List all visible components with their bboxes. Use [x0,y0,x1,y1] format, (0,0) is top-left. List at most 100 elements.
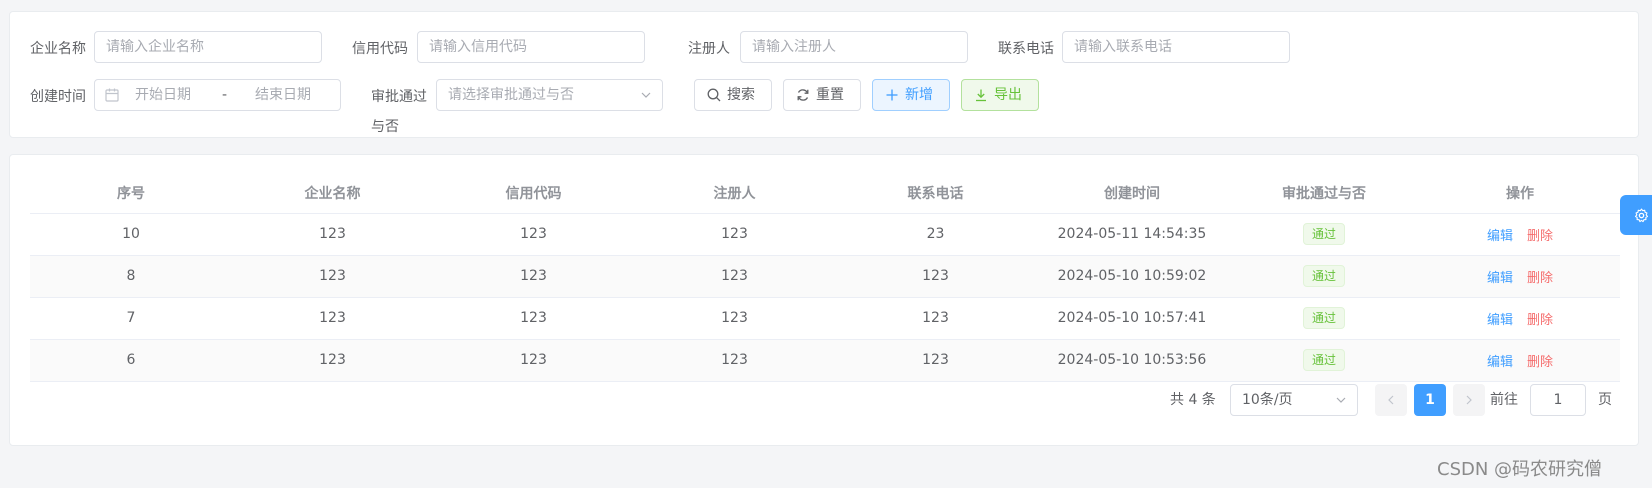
created-time-label: 创建时间 [30,89,86,105]
approval-select[interactable]: 请选择审批通过与否 [436,79,663,111]
header-actions: 操作 [1420,173,1620,214]
credit-code-input[interactable] [429,39,644,55]
plus-icon [886,89,898,101]
status-badge: 通过 [1302,265,1345,287]
add-button[interactable]: 新增 [872,79,950,111]
page-jump-input-wrapper[interactable] [1530,384,1586,416]
header-phone[interactable]: 联系电话 [835,173,1036,214]
table-header-row: 序号 企业名称 信用代码 注册人 联系电话 创建时间 审批通过与否 操作 [30,173,1620,214]
header-credit-code[interactable]: 信用代码 [433,173,634,214]
cell-phone: 23 [835,213,1036,256]
phone-label: 联系电话 [998,41,1054,57]
cell-credit-code: 123 [433,213,634,256]
company-name-input-wrapper[interactable] [94,31,322,63]
registrant-input-wrapper[interactable] [740,31,968,63]
cell-company-name: 123 [232,255,433,298]
cell-created-time: 2024-05-10 10:57:41 [1036,297,1228,340]
reset-button-label: 重置 [816,87,844,103]
cell-approval: 通过 [1228,213,1420,256]
cell-company-name: 123 [232,339,433,382]
registrant-label: 注册人 [688,41,730,57]
goto-label: 前往 [1490,392,1518,408]
date-range-picker[interactable]: 开始日期 - 结束日期 [94,79,341,111]
cell-phone: 123 [835,255,1036,298]
edit-button[interactable]: 编辑 [1487,229,1513,244]
credit-code-label: 信用代码 [352,41,408,57]
range-separator: - [222,87,228,103]
refresh-icon [797,89,809,101]
table-row[interactable]: 8 123 123 123 123 2024-05-10 10:59:02 通过… [30,255,1620,298]
add-button-label: 新增 [905,87,933,103]
header-approval[interactable]: 审批通过与否 [1228,173,1420,214]
page-number-current[interactable]: 1 [1414,384,1446,416]
reset-button[interactable]: 重置 [783,79,861,111]
delete-button[interactable]: 删除 [1527,355,1553,370]
page-suffix: 页 [1598,392,1612,408]
cell-phone: 123 [835,339,1036,382]
cell-index: 8 [30,255,232,298]
approval-label-line1: 审批通过 [371,89,427,105]
cell-registrant: 123 [634,297,835,340]
page-jump-input[interactable] [1531,391,1585,409]
header-created-time[interactable]: 创建时间 [1036,173,1228,214]
export-button[interactable]: 导出 [961,79,1039,111]
header-index[interactable]: 序号 [30,173,232,214]
edit-button[interactable]: 编辑 [1487,271,1513,286]
cell-company-name: 123 [232,213,433,256]
cell-registrant: 123 [634,255,835,298]
approval-label-line2: 与否 [371,119,399,135]
export-button-label: 导出 [994,87,1022,103]
edit-button[interactable]: 编辑 [1487,313,1513,328]
search-icon [707,88,721,102]
search-button-label: 搜索 [727,87,755,103]
cell-credit-code: 123 [433,255,634,298]
chevron-right-icon [1466,395,1472,405]
prev-page-button[interactable] [1375,384,1407,416]
table-row[interactable]: 10 123 123 123 23 2024-05-11 14:54:35 通过… [30,213,1620,256]
calendar-icon [105,88,119,102]
company-name-label: 企业名称 [30,41,86,57]
download-icon [976,89,986,102]
table-row[interactable]: 7 123 123 123 123 2024-05-10 10:57:41 通过… [30,297,1620,340]
header-company-name[interactable]: 企业名称 [232,173,433,214]
gear-icon [1634,208,1649,222]
end-date-placeholder[interactable]: 结束日期 [255,80,311,110]
table-row[interactable]: 6 123 123 123 123 2024-05-10 10:53:56 通过… [30,339,1620,382]
cell-credit-code: 123 [433,297,634,340]
phone-input-wrapper[interactable] [1062,31,1290,63]
cell-created-time: 2024-05-10 10:53:56 [1036,339,1228,382]
header-registrant[interactable]: 注册人 [634,173,835,214]
cell-approval: 通过 [1228,339,1420,382]
cell-created-time: 2024-05-11 14:54:35 [1036,213,1228,256]
cell-phone: 123 [835,297,1036,340]
cell-registrant: 123 [634,339,835,382]
pagination-total: 共 4 条 [1170,392,1216,408]
delete-button[interactable]: 删除 [1527,313,1553,328]
cell-registrant: 123 [634,213,835,256]
status-badge: 通过 [1302,223,1345,245]
approval-select-placeholder: 请选择审批通过与否 [448,87,574,103]
cell-actions: 编辑 删除 [1420,339,1620,382]
chevron-left-icon [1388,395,1394,405]
page-size-value: 10条/页 [1242,392,1293,408]
cell-index: 7 [30,297,232,340]
start-date-placeholder[interactable]: 开始日期 [135,80,191,110]
company-name-input[interactable] [106,39,321,55]
status-badge: 通过 [1302,307,1345,329]
edit-button[interactable]: 编辑 [1487,355,1513,370]
registrant-input[interactable] [752,39,967,55]
data-table: 序号 企业名称 信用代码 注册人 联系电话 创建时间 审批通过与否 操作 10 … [30,173,1620,382]
delete-button[interactable]: 删除 [1527,271,1553,286]
page-size-select[interactable]: 10条/页 [1230,384,1358,416]
next-page-button[interactable] [1453,384,1485,416]
credit-code-input-wrapper[interactable] [417,31,645,63]
chevron-down-icon [641,92,651,98]
delete-button[interactable]: 删除 [1527,229,1553,244]
settings-button[interactable] [1620,195,1652,235]
cell-approval: 通过 [1228,297,1420,340]
chevron-down-icon [1336,397,1346,403]
cell-actions: 编辑 删除 [1420,213,1620,256]
search-form-card: 企业名称 信用代码 注册人 联系电话 创建时间 开始日期 - 结束日期 审批通过… [9,11,1639,138]
phone-input[interactable] [1074,39,1289,55]
search-button[interactable]: 搜索 [694,79,772,111]
